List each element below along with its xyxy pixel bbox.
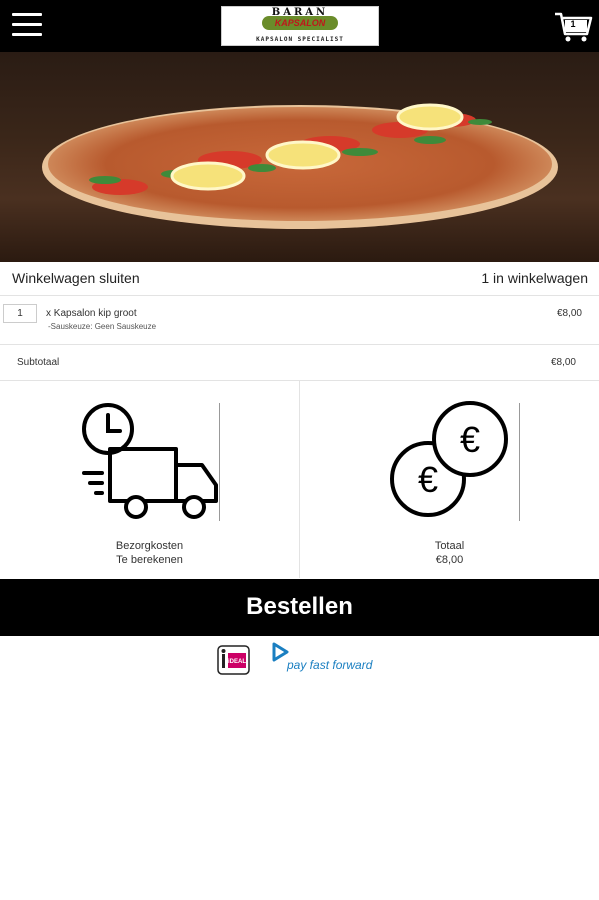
cart-header-row: Winkelwagen sluiten 1 in winkelwagen (0, 262, 599, 296)
quantity-input[interactable]: 1 (3, 304, 37, 323)
subtotal-value: €8,00 (550, 357, 576, 368)
pay-fast-forward-text: pay fast forward (287, 658, 373, 672)
total-value: €8,00 (435, 554, 464, 566)
svg-text:€: € (460, 419, 480, 460)
cart-count-label: 1 in winkelwagen (481, 270, 588, 286)
logo-line3: KAPSALON SPECIALIST (256, 36, 344, 43)
shopping-cart-icon[interactable]: 1 (553, 10, 593, 44)
cart-item-row: 1 x Kapsalon kip groot -Sauskeuze: Geen … (0, 296, 599, 345)
hamburger-menu-icon[interactable] (12, 13, 42, 39)
cart-badge: 1 (570, 19, 576, 29)
close-cart-link[interactable]: Winkelwagen sluiten (12, 270, 140, 286)
item-price: €8,00 (556, 308, 582, 319)
total-label: Totaal (434, 540, 465, 552)
top-bar: BARAN KAPSALON KAPSALON SPECIALIST 1 (0, 0, 599, 52)
divider (219, 403, 220, 521)
divider (519, 403, 520, 521)
logo-line2: KAPSALON (262, 16, 338, 30)
hero-food-image (0, 52, 599, 262)
subtotal-row: Subtotaal €8,00 (0, 345, 599, 381)
delivery-truck-clock-icon (80, 401, 220, 524)
svg-text:€: € (418, 459, 438, 500)
item-option: -Sauskeuze: Geen Sauskeuze (48, 322, 157, 331)
subtotal-label: Subtotaal (17, 357, 60, 368)
logo[interactable]: BARAN KAPSALON KAPSALON SPECIALIST (221, 6, 379, 46)
ideal-logo: iDEAL (217, 645, 250, 675)
euro-coins-icon: € € (388, 399, 512, 522)
ideal-text: iDEAL (228, 659, 246, 665)
delivery-cost-label: Bezorgkosten (115, 540, 184, 552)
delivery-cost-value: Te berekenen (116, 554, 183, 566)
total-panel: € € Totaal €8,00 (300, 381, 599, 578)
item-name: x Kapsalon kip groot (46, 308, 137, 319)
pay-fast-forward-logo: pay fast forward (271, 641, 391, 676)
order-button[interactable]: Bestellen (0, 579, 599, 636)
delivery-cost-panel: Bezorgkosten Te berekenen (0, 381, 300, 578)
